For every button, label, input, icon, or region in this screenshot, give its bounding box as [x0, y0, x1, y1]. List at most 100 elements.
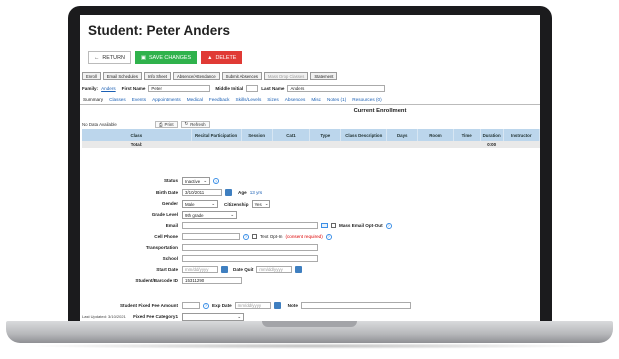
date-quit-input[interactable]: mm/dd/yyyy [256, 266, 293, 273]
exp-date-label: Exp Date [212, 303, 232, 308]
fee-category-label: Fixed Fee Category1 [133, 314, 178, 319]
laptop-shadow [22, 343, 597, 349]
total-label: Total: [82, 141, 192, 148]
grade-level-row: 9th grade ⌄ [182, 211, 237, 219]
email-label: Email [165, 223, 178, 228]
mass-drop-classes-button[interactable]: Mass Drop Classes [264, 72, 309, 80]
status-select[interactable]: Inactive ⌄ [182, 177, 210, 185]
col-time[interactable]: Time [453, 129, 481, 141]
cell-phone-label: Cell Phone [154, 234, 178, 239]
enrollment-toolbar: No Data Available ⎙ Print ↻ Refresh [82, 120, 540, 128]
help-icon[interactable]: ? [243, 233, 249, 240]
help-icon[interactable]: ? [203, 302, 209, 309]
family-link[interactable]: Anders [101, 86, 116, 91]
enroll-button[interactable]: Enroll [82, 72, 101, 80]
help-icon[interactable]: ? [385, 222, 392, 229]
refresh-button[interactable]: ↻ Refresh [180, 120, 210, 128]
tab-resources[interactable]: Resources (0) [352, 97, 381, 102]
gender-value: Male [185, 201, 195, 207]
action-buttons: ← RETURN ▣ SAVE CHANGES ▲ DELETE [88, 51, 243, 64]
save-changes-button[interactable]: ▣ SAVE CHANGES [134, 51, 198, 64]
table-header-row: Class Recital Participation Session Cat1… [82, 129, 540, 141]
return-button[interactable]: ← RETURN [88, 51, 131, 64]
col-class-description[interactable]: Class Description [340, 129, 388, 141]
tab-skills-levels[interactable]: Skills/Levels [236, 97, 262, 102]
help-icon[interactable]: ? [325, 233, 332, 240]
delete-label: DELETE [215, 54, 237, 61]
tab-appointments[interactable]: Appointments [152, 97, 181, 102]
refresh-label: Refresh [190, 121, 206, 127]
first-name-input[interactable]: Peter [148, 85, 211, 92]
delete-button[interactable]: ▲ DELETE [201, 51, 243, 64]
birth-date-input[interactable]: 3/10/2011 [182, 189, 222, 196]
save-label: SAVE CHANGES [148, 54, 192, 61]
citizenship-select[interactable]: Yes ⌄ [251, 200, 270, 208]
age-label: Age [238, 190, 247, 195]
email-row: Mass Email Opt-Out ? [182, 222, 392, 229]
chevron-down-icon: ⌄ [237, 314, 241, 319]
tab-sizes[interactable]: Sizes [267, 97, 278, 102]
return-label: RETURN [102, 54, 125, 61]
tab-misc[interactable]: Misc [311, 97, 321, 102]
fixed-fee-field[interactable] [182, 302, 200, 309]
cell-phone-field[interactable] [182, 233, 240, 240]
tab-absences[interactable]: Absences [285, 97, 306, 102]
col-cat1[interactable]: Cat1 [272, 129, 311, 141]
col-type[interactable]: Type [309, 129, 342, 141]
text-optin-checkbox[interactable] [252, 234, 257, 239]
school-label: School [162, 256, 178, 261]
tab-classes[interactable]: Classes [109, 97, 126, 102]
calendar-icon[interactable] [225, 189, 232, 196]
start-date-row: mm/dd/yyyy Date Quit mm/dd/yyyy [182, 266, 303, 273]
tab-medical[interactable]: Medical [187, 97, 203, 102]
citizenship-value: Yes [254, 201, 262, 207]
grade-level-value: 9th grade [185, 212, 204, 218]
barcode-field[interactable]: 15311290 [182, 277, 242, 284]
col-duration[interactable]: Duration [480, 129, 504, 141]
note-field[interactable] [300, 302, 411, 309]
absence-attendance-button[interactable]: Absence/Attendance [173, 72, 220, 80]
birth-date-label: Birth Date [156, 190, 178, 195]
start-date-label: Start Date [156, 267, 178, 272]
help-icon[interactable]: ? [213, 178, 219, 184]
col-session[interactable]: Session [241, 129, 273, 141]
calendar-icon[interactable] [221, 266, 228, 273]
tab-summary[interactable]: Summary [83, 97, 103, 102]
last-name-input[interactable]: Anders [287, 85, 386, 92]
print-button[interactable]: ⎙ Print [155, 120, 178, 128]
email-field[interactable] [182, 222, 318, 229]
calendar-icon[interactable] [295, 266, 303, 273]
email-schedules-button[interactable]: Email Schedules [102, 72, 142, 80]
print-label: Print [164, 121, 174, 127]
school-field[interactable] [182, 255, 318, 262]
envelope-icon[interactable] [321, 223, 328, 228]
col-days[interactable]: Days [386, 129, 419, 141]
submit-absences-button[interactable]: Submit Absences [221, 72, 263, 80]
start-date-input[interactable]: mm/dd/yyyy [182, 266, 218, 273]
chevron-down-icon: ⌄ [211, 201, 215, 206]
statement-button[interactable]: Statement [310, 72, 338, 80]
col-room[interactable]: Room [417, 129, 454, 141]
middle-initial-label: Middle Initial [215, 86, 244, 91]
fee-category-select[interactable]: ⌄ [182, 313, 244, 321]
school-row [182, 255, 318, 262]
exp-date-input[interactable]: mm/dd/yyyy [234, 302, 271, 309]
tab-feedback[interactable]: Feedback [209, 97, 230, 102]
gender-select[interactable]: Male ⌄ [182, 200, 218, 208]
col-instructor[interactable]: Instructor [503, 129, 540, 141]
age-value: 13 yrs [249, 190, 263, 195]
col-recital[interactable]: Recital Participation [191, 129, 242, 141]
total-duration: 0:00 [480, 141, 504, 148]
calendar-icon[interactable] [273, 302, 281, 309]
table-total-row: Total: 0:00 [82, 141, 540, 148]
middle-initial-input[interactable] [246, 85, 259, 92]
info-sheet-button[interactable]: Info Sheet [143, 72, 172, 80]
col-class[interactable]: Class [82, 129, 192, 141]
status-value: Inactive [185, 178, 201, 184]
tab-events[interactable]: Events [132, 97, 146, 102]
mass-email-optout-checkbox[interactable] [331, 223, 336, 228]
grade-level-select[interactable]: 9th grade ⌄ [182, 211, 237, 219]
tab-notes[interactable]: Notes (1) [327, 97, 346, 102]
transportation-field[interactable] [182, 244, 318, 251]
arrow-left-icon: ← [94, 54, 100, 61]
